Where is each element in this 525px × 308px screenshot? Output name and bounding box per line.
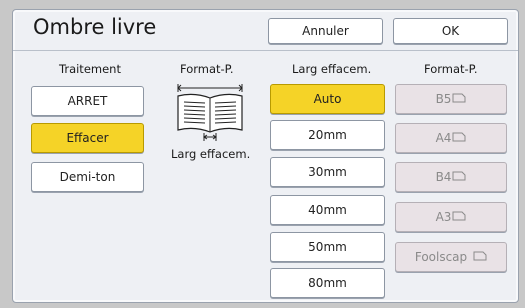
traitement-option-effacer[interactable]: Effacer xyxy=(31,123,144,153)
format-p-heading: Format-P. xyxy=(424,62,478,76)
format-option-label: B5 xyxy=(435,92,452,106)
larg-effacem-option-50mm[interactable]: 50mm xyxy=(270,232,385,262)
dialog-header: Ombre livre Annuler OK xyxy=(13,10,518,51)
cancel-button[interactable]: Annuler xyxy=(268,18,383,44)
format-option-b5[interactable]: B5 xyxy=(395,84,507,114)
larg-effacem-heading: Larg effacem. xyxy=(292,62,372,76)
larg-effacem-option-auto[interactable]: Auto xyxy=(270,84,385,114)
larg-effacem-option-30mm[interactable]: 30mm xyxy=(270,157,385,187)
format-option-label: A3 xyxy=(435,210,452,224)
landscape-paper-icon xyxy=(452,170,466,184)
format-option-foolscap[interactable]: Foolscap xyxy=(395,242,507,272)
illustration-caption: Larg effacem. xyxy=(171,147,251,161)
format-option-a3[interactable]: A3 xyxy=(395,202,507,232)
larg-effacem-option-80mm[interactable]: 80mm xyxy=(270,268,385,298)
larg-effacem-option-40mm[interactable]: 40mm xyxy=(270,195,385,225)
format-option-label: A4 xyxy=(435,131,452,145)
format-option-a4[interactable]: A4 xyxy=(395,123,507,153)
format-option-label: B4 xyxy=(435,170,452,184)
landscape-paper-icon xyxy=(452,210,466,224)
ok-button[interactable]: OK xyxy=(393,18,508,44)
traitement-option-demi-ton[interactable]: Demi-ton xyxy=(31,162,144,192)
traitement-heading: Traitement xyxy=(59,62,121,76)
book-shadow-dialog: Ombre livre Annuler OK Traitement ARRET … xyxy=(12,9,519,303)
book-illustration-icon xyxy=(177,84,243,141)
landscape-paper-icon xyxy=(473,250,487,264)
landscape-paper-icon xyxy=(452,92,466,106)
format-option-label: Foolscap xyxy=(414,250,468,264)
format-option-b4[interactable]: B4 xyxy=(395,162,507,192)
traitement-option-arret[interactable]: ARRET xyxy=(31,86,144,116)
dialog-title: Ombre livre xyxy=(33,15,157,39)
format-illustration-heading: Format-P. xyxy=(180,62,234,76)
larg-effacem-option-20mm[interactable]: 20mm xyxy=(270,120,385,150)
landscape-paper-icon xyxy=(452,131,466,145)
